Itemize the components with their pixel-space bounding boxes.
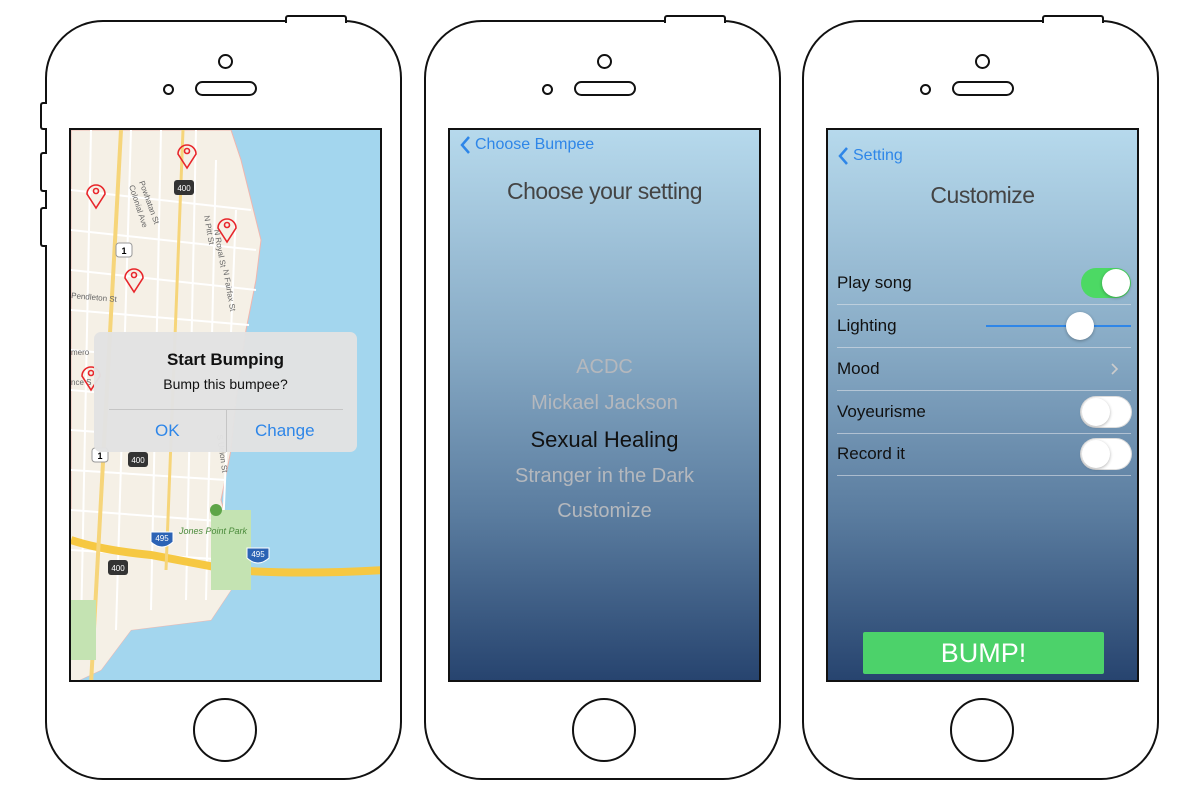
interstate-495-shield: 495 xyxy=(246,547,270,564)
page-title: Choose your setting xyxy=(506,178,703,204)
sensor xyxy=(542,84,553,95)
camera xyxy=(975,54,990,69)
volume-up-button xyxy=(40,152,47,192)
customize-screen: Setting Customize Play song Lighting Moo… xyxy=(826,128,1139,682)
route-400-shield: 400 xyxy=(128,452,148,467)
row-play-song: Play song xyxy=(837,262,1131,305)
row-lighting: Lighting xyxy=(837,305,1131,348)
interstate-495-shield: 495 xyxy=(150,531,174,548)
speaker xyxy=(195,81,257,96)
power-button xyxy=(664,15,726,23)
row-record-it: Record it xyxy=(837,433,1131,476)
picker-option-selected[interactable]: Sexual Healing xyxy=(450,427,759,453)
row-label: Play song xyxy=(837,273,912,292)
play-song-toggle[interactable] xyxy=(1081,268,1131,298)
ok-button[interactable]: OK xyxy=(109,410,227,452)
power-button xyxy=(285,15,347,23)
voyeurisme-toggle[interactable] xyxy=(1081,397,1131,427)
lighting-slider[interactable] xyxy=(986,311,1131,341)
back-label: Setting xyxy=(853,147,903,164)
route-400-shield: 400 xyxy=(174,180,194,195)
power-button xyxy=(1042,15,1104,23)
row-mood[interactable]: Mood xyxy=(837,348,1131,391)
change-button[interactable]: Change xyxy=(227,410,344,452)
map-label-park: Jones Point Park xyxy=(178,526,248,536)
picker-option[interactable]: ACDC xyxy=(450,356,759,379)
setting-screen: Choose Bumpee Choose your setting ACDC M… xyxy=(448,128,761,682)
alert-message: Bump this bumpee? xyxy=(163,376,288,392)
home-button[interactable] xyxy=(572,698,636,762)
picker-option[interactable]: Mickael Jackson xyxy=(450,392,759,415)
chevron-left-icon xyxy=(838,147,848,165)
camera xyxy=(597,54,612,69)
back-button[interactable]: Choose Bumpee xyxy=(460,136,594,154)
back-label: Choose Bumpee xyxy=(475,136,595,153)
row-label: Lighting xyxy=(837,316,897,335)
route-1-shield: 1 xyxy=(115,242,133,258)
row-label: Mood xyxy=(837,359,880,378)
phone-map: Jones Point Park Pendleton St Powhatan S… xyxy=(40,15,402,780)
row-voyeurisme: Voyeurisme xyxy=(837,391,1131,434)
svg-text:400: 400 xyxy=(177,184,191,193)
bump-button[interactable]: BUMP! xyxy=(863,632,1104,674)
phone-setting: Choose Bumpee Choose your setting ACDC M… xyxy=(424,15,781,780)
sensor xyxy=(163,84,174,95)
page-title: Customize xyxy=(930,182,1035,208)
back-button[interactable]: Setting xyxy=(838,147,903,165)
mute-switch xyxy=(40,102,47,130)
volume-down-button xyxy=(40,207,47,247)
map-screen: Jones Point Park Pendleton St Powhatan S… xyxy=(69,128,382,682)
alert-title: Start Bumping xyxy=(166,350,285,369)
picker-option[interactable]: Customize xyxy=(450,500,759,523)
speaker xyxy=(952,81,1014,96)
svg-text:1: 1 xyxy=(121,246,126,256)
route-400-shield: 400 xyxy=(108,560,128,575)
speaker xyxy=(574,81,636,96)
chevron-right-icon xyxy=(1111,363,1119,375)
chevron-left-icon xyxy=(460,136,470,154)
picker-option[interactable]: Stranger in the Dark xyxy=(450,465,759,488)
record-it-toggle[interactable] xyxy=(1081,439,1131,469)
home-button[interactable] xyxy=(950,698,1014,762)
row-label: Record it xyxy=(837,444,906,463)
camera xyxy=(218,54,233,69)
park-tree-icon xyxy=(210,504,222,516)
row-label: Voyeurisme xyxy=(837,402,926,421)
svg-text:400: 400 xyxy=(111,564,125,573)
svg-text:1: 1 xyxy=(97,451,102,461)
home-button[interactable] xyxy=(193,698,257,762)
svg-text:495: 495 xyxy=(251,550,265,559)
map-label-pomeroy: mero xyxy=(71,348,90,357)
phone-customize: Setting Customize Play song Lighting Moo… xyxy=(802,15,1159,780)
svg-text:495: 495 xyxy=(155,534,169,543)
start-bumping-alert: Start Bumping Bump this bumpee? OK Chang… xyxy=(94,332,357,452)
svg-text:400: 400 xyxy=(131,456,145,465)
sensor xyxy=(920,84,931,95)
